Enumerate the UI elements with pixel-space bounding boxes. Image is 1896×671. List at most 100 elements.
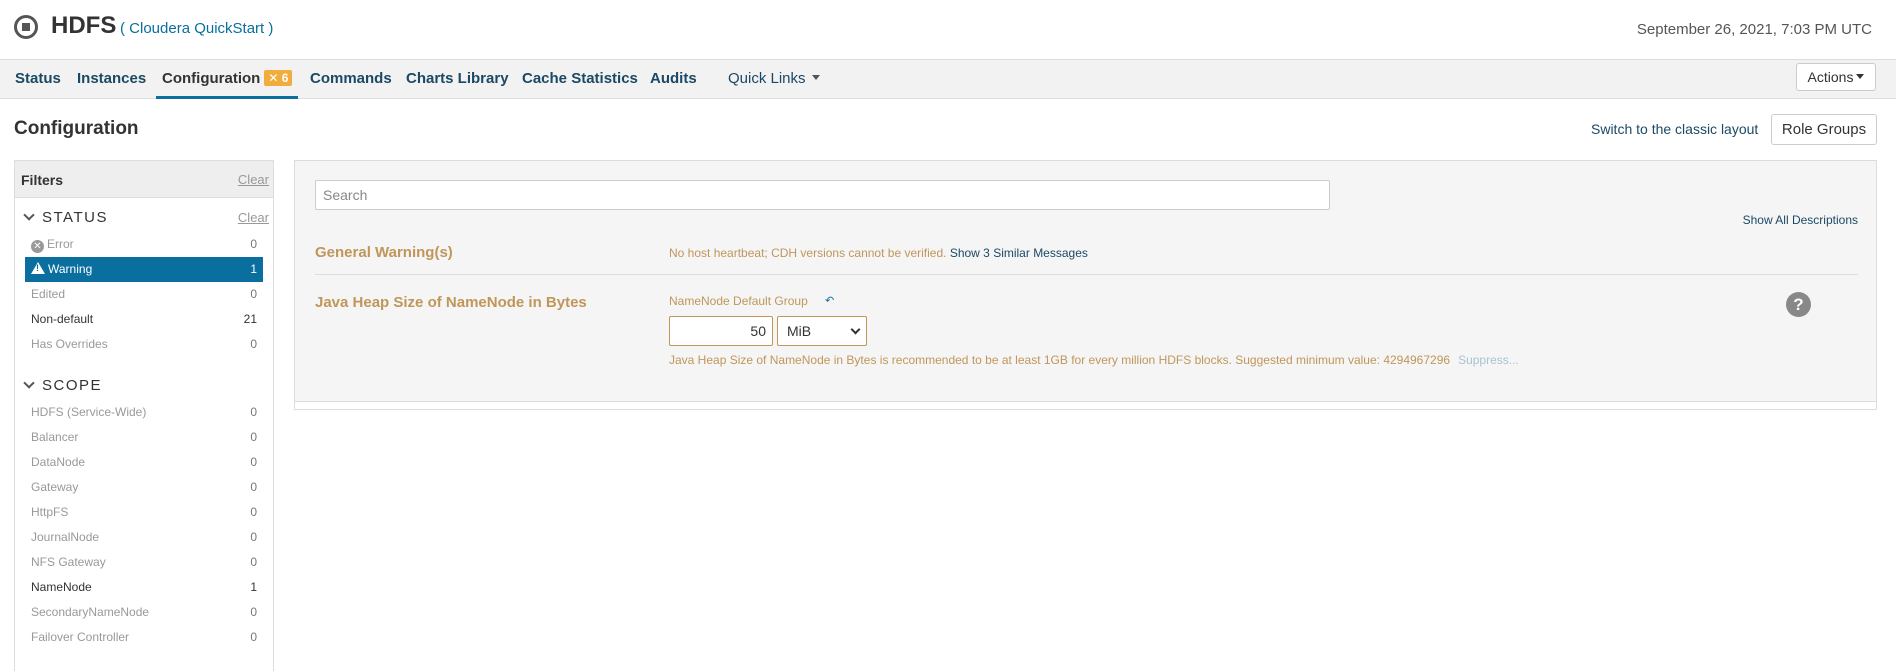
panel-footer [294, 402, 1877, 410]
filter-label: Error [47, 237, 74, 251]
chevron-down-icon [23, 377, 35, 389]
chevron-down-icon [850, 324, 861, 335]
search-input[interactable] [315, 180, 1330, 210]
caret-down-icon [1856, 74, 1865, 79]
suppress-link[interactable]: Suppress... [1458, 353, 1519, 367]
cluster-link[interactable]: ( Cloudera QuickStart ) [120, 20, 273, 37]
tab-audits[interactable]: Audits [650, 60, 697, 99]
config-warning-count: 6 [281, 71, 289, 85]
filter-count: 0 [250, 480, 257, 494]
filter-count: 1 [250, 580, 257, 594]
filters-sidebar: Filters Clear STATUS Clear ✕Error 0 Warn… [14, 160, 274, 671]
tab-commands[interactable]: Commands [310, 60, 392, 99]
tab-configuration-label: Configuration [162, 70, 261, 87]
chevron-down-icon [23, 209, 35, 221]
filter-count: 0 [250, 630, 257, 644]
filter-count: 0 [250, 337, 257, 351]
service-status-icon [14, 15, 38, 39]
filter-item-balancer[interactable]: Balancer 0 [25, 425, 263, 450]
status-group-title: STATUS [42, 209, 108, 226]
tab-configuration[interactable]: Configuration ✕ 6 [156, 60, 299, 99]
filter-item-non-default[interactable]: Non-default 21 [25, 307, 263, 332]
filter-label: Non-default [31, 312, 94, 326]
page-title: Configuration [14, 118, 139, 139]
filter-count: 0 [250, 237, 257, 251]
header-datetime: September 26, 2021, 7:03 PM UTC [1636, 21, 1872, 38]
java-heap-value-input[interactable]: 50 [669, 316, 773, 346]
filter-item-datanode[interactable]: DataNode 0 [25, 450, 263, 475]
quick-links-label: Quick Links [728, 70, 806, 87]
filter-count: 1 [250, 262, 257, 276]
filter-label: Gateway [31, 480, 79, 494]
filter-item-journalnode[interactable]: JournalNode 0 [25, 525, 263, 550]
warning-tools-icon: ✕ [268, 71, 282, 85]
filter-item-namenode[interactable]: NameNode 1 [25, 575, 263, 600]
filter-count: 0 [250, 287, 257, 301]
general-warnings-title: General Warning(s) [315, 244, 453, 261]
filter-item-failover-controller[interactable]: Failover Controller 0 [25, 625, 263, 650]
filter-label: Failover Controller [31, 630, 130, 644]
scope-group-title: SCOPE [42, 377, 103, 394]
filter-item-edited[interactable]: Edited 0 [25, 282, 263, 307]
actions-button[interactable]: Actions [1796, 63, 1876, 91]
filter-label: HDFS (Service-Wide) [31, 405, 147, 419]
tab-cache-statistics[interactable]: Cache Statistics [522, 60, 638, 99]
tab-instances[interactable]: Instances [77, 60, 146, 99]
filters-header: Filters Clear [15, 161, 273, 198]
filter-label: Balancer [31, 430, 79, 444]
filter-item-gateway[interactable]: Gateway 0 [25, 475, 263, 500]
unit-value: MiB [787, 323, 812, 339]
caret-down-icon [811, 75, 820, 80]
configuration-panel: Show All Descriptions General Warning(s)… [294, 160, 1877, 402]
filter-label: NameNode [31, 580, 92, 594]
filter-label: JournalNode [31, 530, 100, 544]
filter-label: SecondaryNameNode [31, 605, 150, 619]
tab-status[interactable]: Status [15, 60, 61, 99]
quick-links-dropdown[interactable]: Quick Links [728, 60, 820, 99]
filter-count: 0 [250, 505, 257, 519]
role-group-label: NameNode Default Group [669, 294, 808, 308]
filter-item-hdfs-service-wide[interactable]: HDFS (Service-Wide) 0 [25, 400, 263, 425]
filter-label: DataNode [31, 455, 86, 469]
java-heap-recommendation: Java Heap Size of NameNode in Bytes is r… [669, 353, 1519, 367]
status-clear-link[interactable]: Clear [238, 210, 269, 225]
actions-label: Actions [1807, 69, 1854, 85]
scope-group-header[interactable]: SCOPE [15, 366, 273, 400]
revert-icon[interactable]: ↶ [825, 294, 834, 307]
help-icon[interactable]: ? [1786, 292, 1811, 317]
recommendation-text: Java Heap Size of NameNode in Bytes is r… [669, 353, 1451, 367]
general-warning-text: No host heartbeat; CDH versions cannot b… [669, 246, 947, 260]
switch-classic-layout-link[interactable]: Switch to the classic layout [1591, 121, 1758, 137]
page-header: HDFS ( Cloudera QuickStart ) September 2… [0, 0, 1896, 60]
java-heap-unit-select[interactable]: MiB [777, 316, 867, 346]
general-warning-message: No host heartbeat; CDH versions cannot b… [669, 246, 1088, 260]
filter-label: Has Overrides [31, 337, 108, 351]
show-all-descriptions-link[interactable]: Show All Descriptions [1743, 213, 1858, 227]
filter-count: 0 [250, 430, 257, 444]
java-heap-title: Java Heap Size of NameNode in Bytes [315, 294, 587, 311]
tab-charts-library[interactable]: Charts Library [406, 60, 509, 99]
filter-label: Warning [48, 262, 93, 276]
filter-label: NFS Gateway [31, 555, 106, 569]
filter-item-nfs-gateway[interactable]: NFS Gateway 0 [25, 550, 263, 575]
role-groups-button[interactable]: Role Groups [1771, 114, 1877, 145]
filter-count: 0 [250, 530, 257, 544]
filter-item-warning[interactable]: Warning 1 [25, 257, 263, 282]
show-similar-messages-link[interactable]: Show 3 Similar Messages [950, 246, 1088, 260]
filter-item-error[interactable]: ✕ Error 0 [25, 232, 263, 257]
filter-item-has-overrides[interactable]: Has Overrides 0 [25, 332, 263, 357]
error-icon: ✕ [31, 240, 44, 253]
filter-item-httpfs[interactable]: HttpFS 0 [25, 500, 263, 525]
service-name: HDFS [51, 12, 117, 39]
filter-item-secondarynamenode[interactable]: SecondaryNameNode 0 [25, 600, 263, 625]
warning-icon [31, 262, 45, 274]
divider [315, 274, 1858, 275]
config-warning-badge: ✕ 6 [264, 70, 293, 86]
filters-clear-link[interactable]: Clear [238, 172, 269, 187]
status-group-header[interactable]: STATUS Clear [15, 198, 273, 232]
filter-count: 0 [250, 455, 257, 469]
filter-count: 0 [250, 405, 257, 419]
filter-label: HttpFS [31, 505, 69, 519]
filters-title: Filters [21, 172, 64, 188]
filter-count: 0 [250, 605, 257, 619]
